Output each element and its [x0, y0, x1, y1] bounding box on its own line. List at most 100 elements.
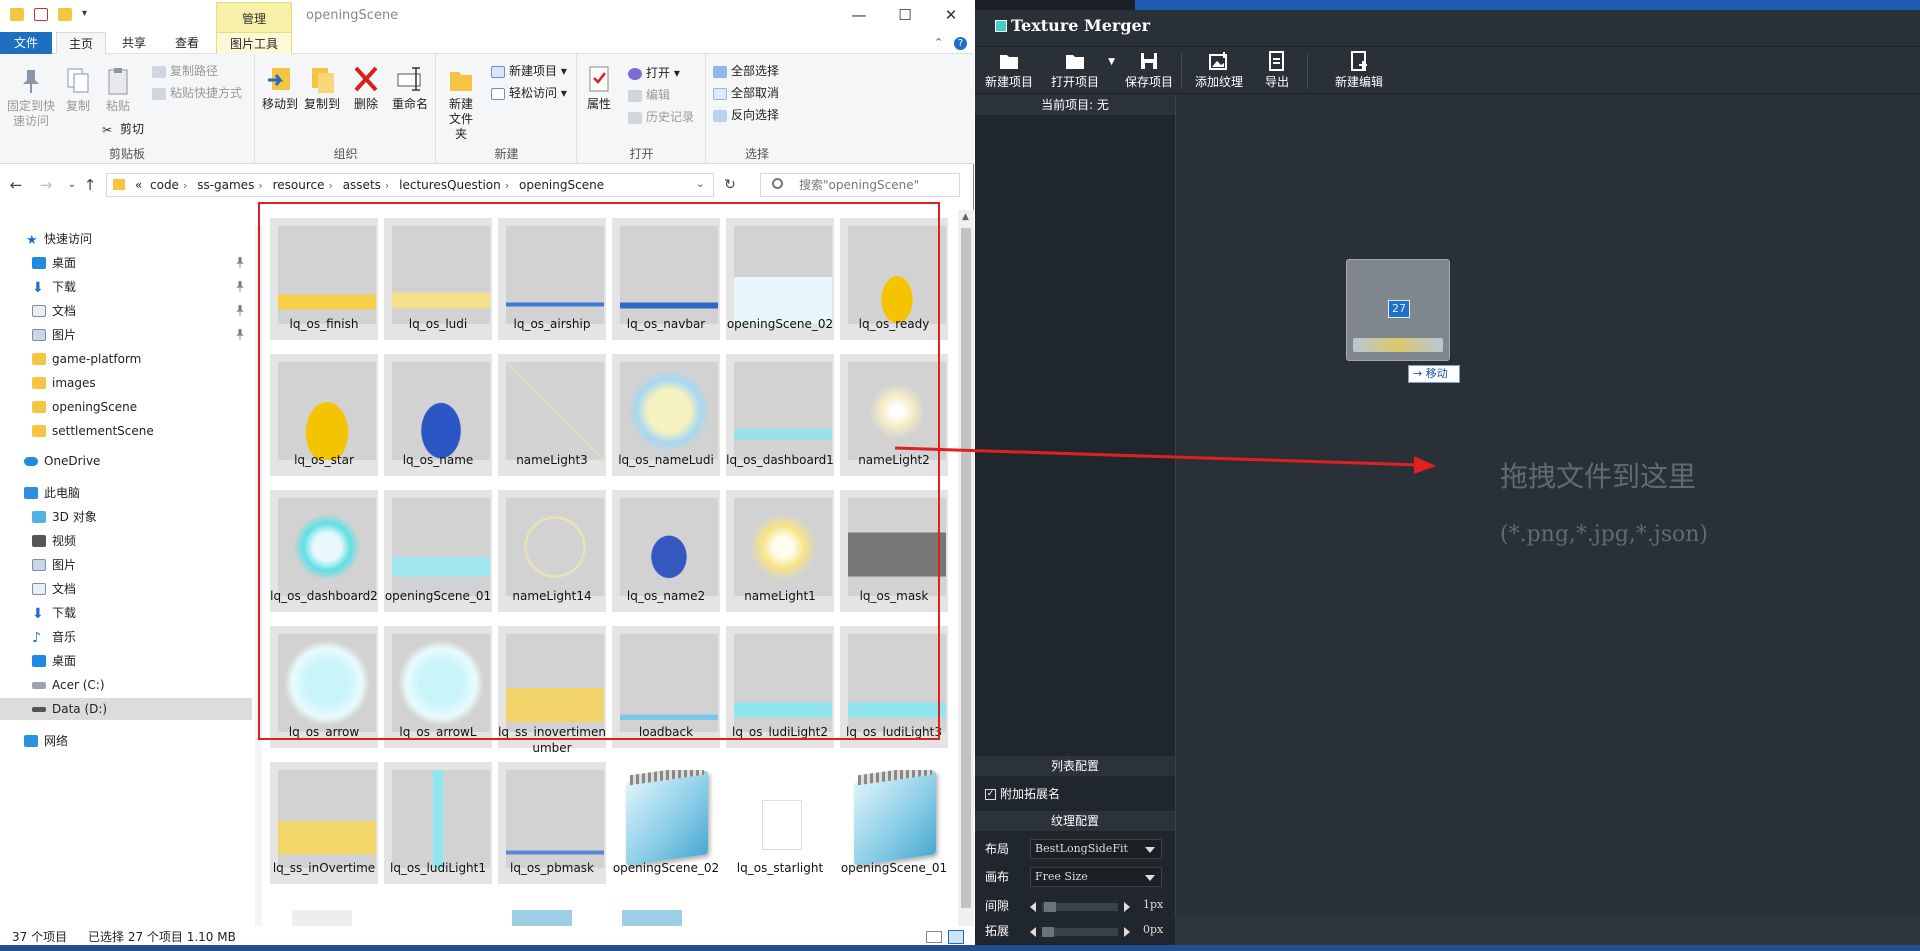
new-folder-icon[interactable] — [58, 8, 72, 21]
forward-button[interactable]: → — [36, 174, 56, 196]
new-folder-button[interactable]: 新建文件夹 — [443, 64, 479, 142]
refresh-button[interactable]: ↻ — [720, 174, 740, 196]
copy-button[interactable]: 复制 — [60, 66, 96, 114]
file-item[interactable]: lq_os_ludiLight1 — [384, 762, 492, 884]
add-texture-button[interactable]: 添加纹理 — [1193, 47, 1245, 95]
file-item[interactable]: lq_os_arrowL — [384, 626, 492, 748]
invert-selection-button[interactable]: 反向选择 — [713, 106, 779, 124]
close-button[interactable]: ✕ — [928, 0, 974, 32]
easy-access-button[interactable]: 轻松访问 ▾ — [491, 84, 567, 102]
back-button[interactable]: ← — [6, 174, 26, 196]
chevron-right-icon[interactable]: › — [258, 179, 262, 192]
file-item[interactable]: lq_os_pbmask — [498, 762, 606, 884]
nav-pictures-pc[interactable]: 图片 — [0, 554, 252, 576]
file-item-partial[interactable] — [292, 910, 352, 926]
maximize-button[interactable]: ☐ — [882, 0, 928, 32]
recent-locations-icon[interactable]: ⌄ — [62, 174, 82, 196]
file-item[interactable]: lq_os_name — [384, 354, 492, 476]
nav-openingscene[interactable]: openingScene — [0, 396, 252, 418]
nav-quick-access[interactable]: ★ 快速访问 — [0, 228, 252, 250]
nav-videos[interactable]: 视频 — [0, 530, 252, 552]
delete-button[interactable]: 删除 — [348, 64, 384, 112]
up-button[interactable]: ↑ — [80, 174, 100, 196]
help-icon[interactable]: ? — [954, 37, 967, 50]
address-box[interactable]: « code › ss-games › resource › assets › lect… — [106, 173, 714, 197]
nav-splitter[interactable] — [255, 226, 262, 926]
nav-drive-d[interactable]: Data (D:) — [0, 698, 252, 720]
checkbox-checked-icon[interactable]: ✓ — [985, 789, 996, 800]
new-item-button[interactable]: 新建项目 ▾ — [491, 62, 567, 80]
open-project-button[interactable]: 打开项目 ▼ — [1045, 47, 1115, 95]
file-item[interactable]: lq_os_star — [270, 354, 378, 476]
breadcrumb-assets[interactable]: assets — [343, 174, 381, 196]
copy-to-button[interactable]: 复制到 — [302, 64, 342, 112]
file-item[interactable]: lq_os_starlight — [726, 762, 834, 884]
vertical-scrollbar[interactable]: ▲ — [958, 210, 974, 926]
nav-drive-c[interactable]: Acer (C:) — [0, 674, 252, 696]
file-item[interactable]: lq_os_mask — [840, 490, 948, 612]
chevron-right-icon[interactable]: › — [328, 179, 332, 192]
file-item[interactable]: nameLight1 — [726, 490, 834, 612]
breadcrumb-overflow[interactable]: « — [135, 174, 142, 196]
nav-onedrive[interactable]: OneDrive — [0, 450, 252, 472]
pin-icon[interactable] — [236, 305, 244, 316]
nav-music[interactable]: ♪ 音乐 — [0, 626, 252, 648]
append-extension-checkbox[interactable]: ✓ 附加拓展名 — [985, 783, 1060, 805]
file-item[interactable]: nameLight3 — [498, 354, 606, 476]
open-button[interactable]: 打开 ▾ — [628, 64, 680, 82]
increase-icon[interactable] — [1124, 902, 1130, 912]
dropdown-icon[interactable]: ▼ — [1108, 57, 1115, 67]
save-project-button[interactable]: 保存项目 — [1123, 47, 1175, 95]
nav-desktop-pc[interactable]: 桌面 — [0, 650, 252, 672]
file-item[interactable]: lq_os_name2 — [612, 490, 720, 612]
edit-button[interactable]: 编辑 — [628, 86, 670, 104]
nav-documents[interactable]: 文档 — [0, 300, 252, 322]
file-item[interactable]: lq_os_dashboard1 — [726, 354, 834, 476]
project-list[interactable] — [975, 115, 1175, 851]
address-dropdown-icon[interactable]: ⌄ — [696, 177, 705, 190]
file-item-partial[interactable] — [512, 910, 572, 926]
properties-icon[interactable] — [34, 8, 48, 21]
file-item[interactable]: openingScene_02 — [726, 218, 834, 340]
new-edit-button[interactable]: 新建编辑 — [1333, 47, 1385, 95]
scroll-up-icon[interactable]: ▲ — [962, 212, 969, 222]
nav-downloads[interactable]: ⬇ 下载 — [0, 276, 252, 298]
pin-icon[interactable] — [236, 257, 244, 268]
file-item[interactable]: nameLight14 — [498, 490, 606, 612]
rename-button[interactable]: 重命名 — [388, 64, 432, 112]
details-view-icon[interactable] — [926, 931, 942, 943]
breadcrumb-resource[interactable]: resource — [273, 174, 325, 196]
file-item[interactable]: lq_os_airship — [498, 218, 606, 340]
file-item[interactable]: lq_os_ready — [840, 218, 948, 340]
file-item[interactable]: lq_os_ludiLight3 — [840, 626, 948, 748]
chevron-right-icon[interactable]: › — [183, 179, 187, 192]
nav-settlementscene[interactable]: settlementScene — [0, 420, 252, 442]
nav-network[interactable]: 网络 — [0, 730, 252, 752]
file-item[interactable]: openingScene_01 — [840, 762, 948, 884]
search-input[interactable]: 搜索"openingScene" — [760, 173, 960, 197]
pin-icon[interactable] — [236, 329, 244, 340]
export-button[interactable]: 导出 — [1257, 47, 1297, 95]
breadcrumb-ss-games[interactable]: ss-games — [197, 174, 254, 196]
history-button[interactable]: 历史记录 — [628, 108, 694, 126]
copy-path-button[interactable]: 复制路径 — [152, 62, 218, 80]
file-item[interactable]: lq_os_ludiLight2 — [726, 626, 834, 748]
file-item[interactable]: lq_os_finish — [270, 218, 378, 340]
collapse-ribbon-icon[interactable]: ⌃ — [934, 36, 943, 49]
increase-icon[interactable] — [1124, 927, 1130, 937]
file-item[interactable]: openingScene_02 — [612, 762, 720, 884]
slider-knob[interactable] — [1042, 927, 1054, 937]
chevron-right-icon[interactable]: › — [505, 179, 509, 192]
properties-button[interactable]: 属性 — [582, 64, 616, 112]
breadcrumb-openingscene[interactable]: openingScene — [519, 174, 604, 196]
large-icons-view-icon[interactable] — [948, 930, 964, 944]
file-item[interactable]: lq_os_ludi — [384, 218, 492, 340]
select-none-button[interactable]: 全部取消 — [713, 84, 779, 102]
paste-shortcut-button[interactable]: 粘贴快捷方式 — [152, 84, 242, 102]
nav-documents-pc[interactable]: 文档 — [0, 578, 252, 600]
file-item-partial[interactable] — [622, 910, 682, 926]
tab-file[interactable]: 文件 — [0, 32, 52, 54]
nav-game-platform[interactable]: game-platform — [0, 348, 252, 370]
breadcrumb-lecturesquestion[interactable]: lecturesQuestion — [399, 174, 501, 196]
slider-knob[interactable] — [1044, 902, 1056, 912]
